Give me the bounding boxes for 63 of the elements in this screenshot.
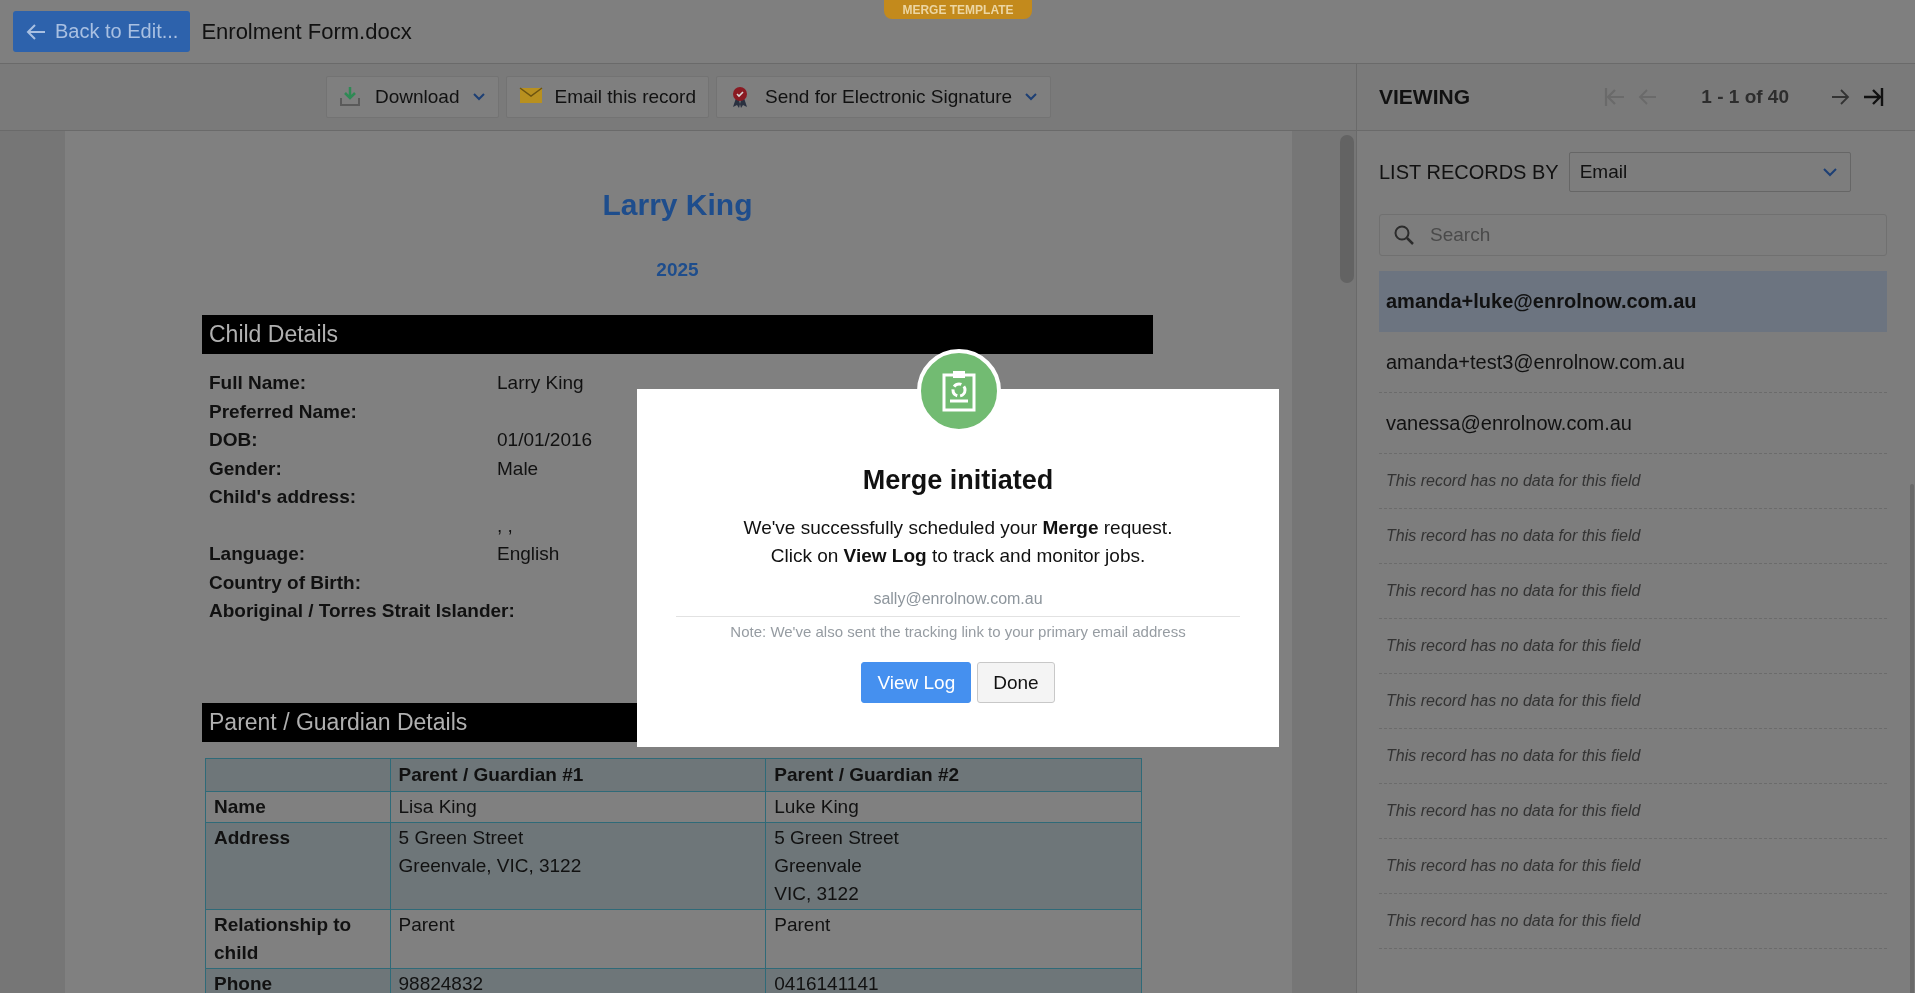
template-badge: MERGE TEMPLATE xyxy=(884,0,1032,19)
record-item[interactable]: amanda+test3@enrolnow.com.au xyxy=(1379,332,1887,393)
search-icon xyxy=(1393,224,1415,246)
record-item[interactable]: This record has no data for this field xyxy=(1379,894,1887,949)
back-button[interactable]: Back to Edit... xyxy=(13,11,191,52)
record-item[interactable]: This record has no data for this field xyxy=(1379,674,1887,729)
dialog-message: We've successfully scheduled your Merge request. xyxy=(743,516,1173,540)
panel-title: VIEWING xyxy=(1379,85,1470,109)
field-label: Child's address: xyxy=(209,486,357,508)
table-cell: Lisa King xyxy=(390,791,766,823)
note-text: Note: We've also sent the tracking link to your primary email address xyxy=(730,623,1186,640)
field-value: 01/01/2016 xyxy=(497,429,593,451)
record-item[interactable]: vanessa@enrolnow.com.au xyxy=(1379,393,1887,454)
pager-text: 1 - 1 of 40 xyxy=(1701,86,1789,108)
done-button[interactable]: Done xyxy=(977,662,1055,703)
field-value: Larry King xyxy=(497,372,584,394)
last-page-icon xyxy=(1861,85,1885,109)
field-label: DOB: xyxy=(209,429,258,451)
list-by-label: LIST RECORDS BY xyxy=(1379,160,1559,184)
record-item[interactable]: This record has no data for this field xyxy=(1379,564,1887,619)
field-value: , , xyxy=(497,514,513,537)
row-header: Name xyxy=(205,791,391,823)
section-heading: Child Details xyxy=(202,315,1153,354)
row-header: Address xyxy=(205,822,391,910)
record-item[interactable]: This record has no data for this field xyxy=(1379,619,1887,674)
field-label: Full Name: xyxy=(209,372,307,394)
document-year: 2025 xyxy=(655,259,700,281)
email-text: sally@enrolnow.com.au xyxy=(873,590,1043,608)
record-item[interactable]: This record has no data for this field xyxy=(1379,509,1887,564)
table-cell: 5 Green Street Greenvale VIC, 3122 xyxy=(765,822,1142,910)
download-icon xyxy=(339,85,363,109)
field-label: Gender: xyxy=(209,457,282,480)
record-item[interactable]: amanda+luke@enrolnow.com.au xyxy=(1379,271,1887,332)
field-value: Male xyxy=(497,457,539,480)
column-header: Parent / Guardian #2 xyxy=(765,758,1142,792)
file-name: Enrolment Form.docx xyxy=(201,18,412,45)
record-item[interactable]: This record has no data for this field xyxy=(1379,839,1887,894)
record-item[interactable]: This record has no data for this field xyxy=(1379,729,1887,784)
field-label: Preferred Name: xyxy=(209,400,357,423)
table-cell: Parent xyxy=(765,909,1142,969)
list-by-dropdown[interactable]: Email xyxy=(1568,152,1851,192)
column-header: Parent / Guardian #1 xyxy=(390,758,766,792)
arrow-left-icon xyxy=(25,22,47,41)
view-log-button[interactable]: View Log xyxy=(861,662,972,703)
row-header: Phone xyxy=(205,968,391,993)
last-page-button[interactable] xyxy=(1861,85,1885,109)
row-header: Relationship to child xyxy=(205,909,391,969)
toolbar-button[interactable]: Send for Electronic Signature xyxy=(716,76,1052,118)
record-item[interactable]: This record has no data for this field xyxy=(1379,454,1887,509)
table-cell: 5 Green Street Greenvale, VIC, 3122 xyxy=(390,822,766,910)
field-label: Country of Birth: xyxy=(209,571,361,594)
field-label: Language: xyxy=(209,543,306,565)
record-item[interactable]: This record has no data for this field xyxy=(1379,784,1887,839)
table-cell: Luke King xyxy=(765,791,1142,823)
document-title: Larry King xyxy=(601,188,754,222)
field-value: English xyxy=(497,543,560,565)
table-cell: Parent xyxy=(390,909,766,969)
caret-icon xyxy=(1821,167,1838,177)
toolbar-button[interactable]: Download xyxy=(326,76,499,118)
dialog-title: Merge initiated xyxy=(862,465,1054,496)
field-label: Aboriginal / Torres Strait Islander: xyxy=(209,600,515,622)
toolbar-button[interactable]: Email this record xyxy=(505,76,709,118)
dialog-message: Click on View Log to track and monitor jobs. xyxy=(770,544,1146,568)
